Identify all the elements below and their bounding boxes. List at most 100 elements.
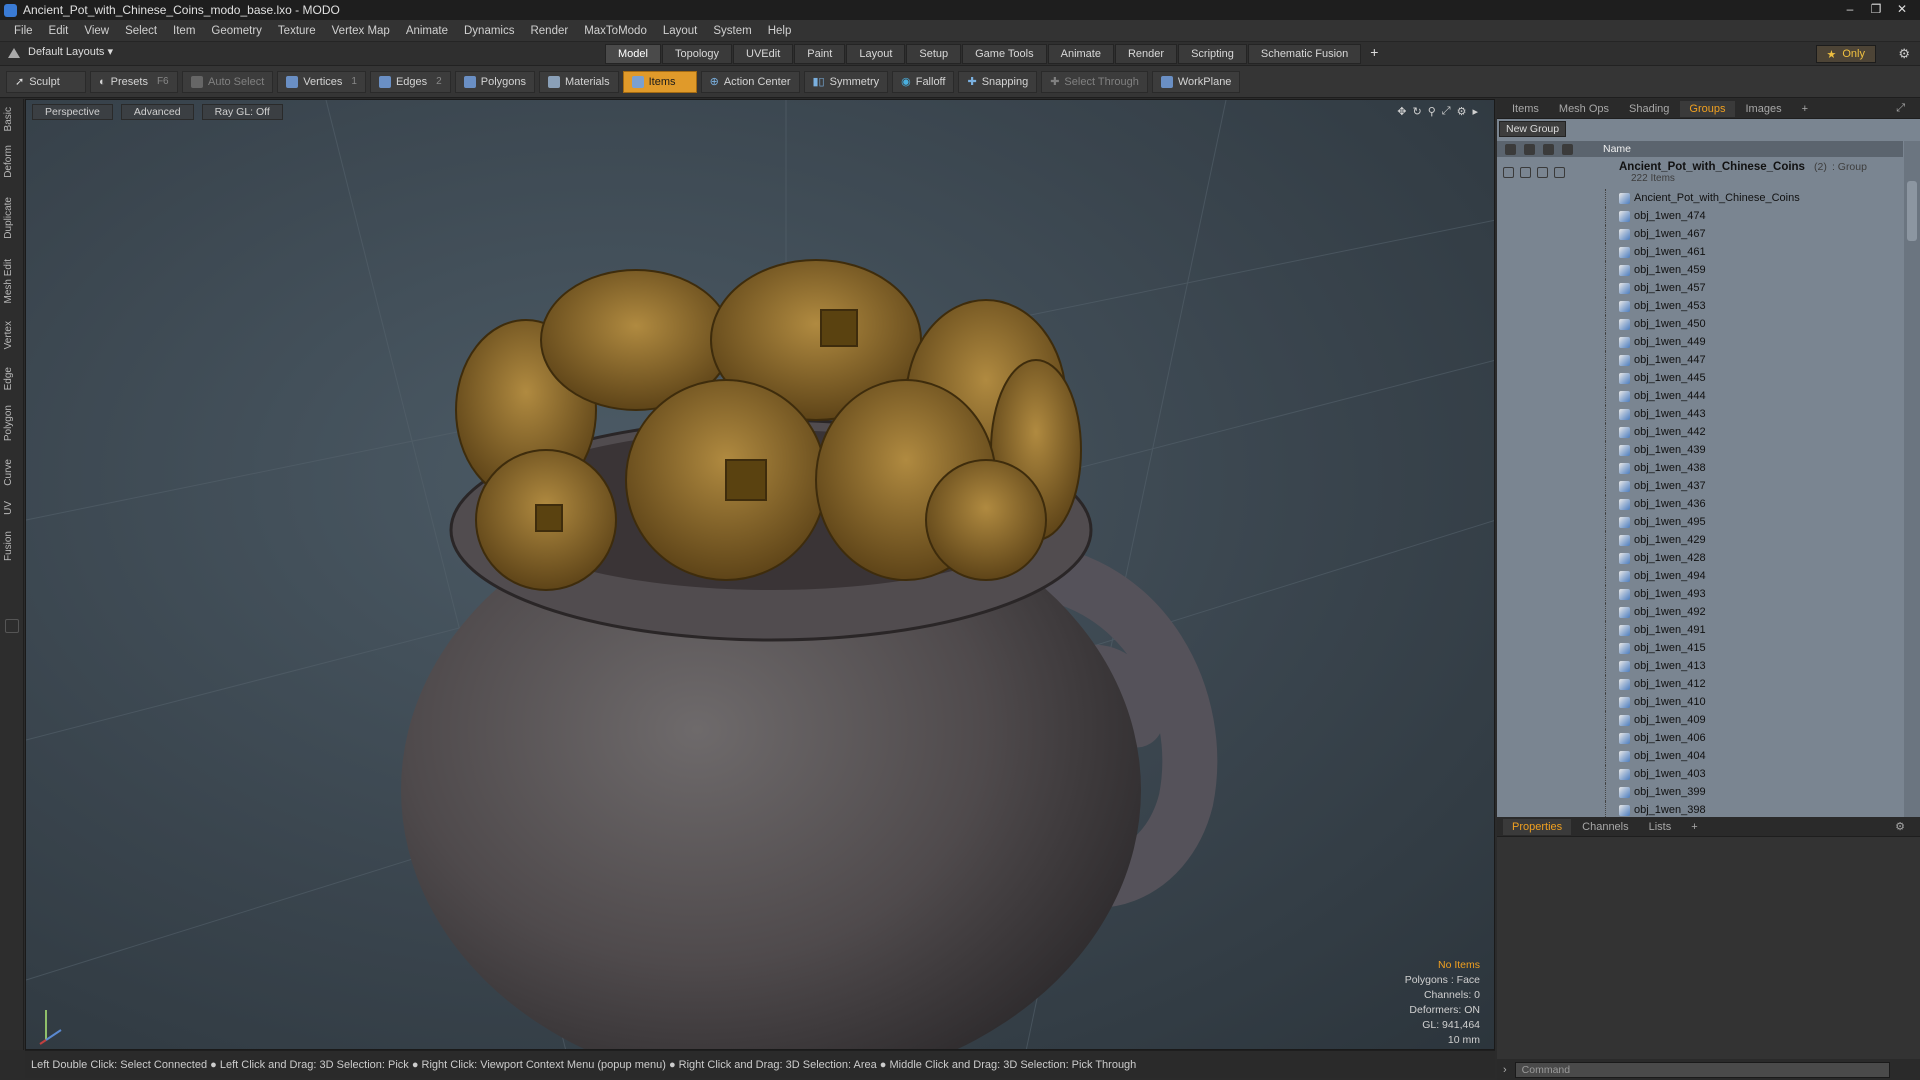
default-layouts-dropdown[interactable]: Default Layouts ▾ [8, 45, 113, 58]
minimize-icon[interactable]: – [1838, 1, 1862, 17]
polygons-button[interactable]: Polygons [454, 70, 535, 93]
viewport-gear-icon[interactable]: ⚙ [1457, 105, 1467, 118]
viewport-more-icon[interactable]: ▸ [1472, 105, 1478, 118]
only-button[interactable]: ★ Only [1815, 45, 1876, 63]
fit-icon[interactable]: ⤢ [1442, 105, 1451, 118]
tab-topology[interactable]: Topology [661, 44, 733, 64]
group-item-row[interactable]: obj_1wen_437 [1497, 477, 1903, 495]
group-item-row[interactable]: obj_1wen_493 [1497, 585, 1903, 603]
left-tab-uv[interactable]: UV [3, 501, 14, 515]
menu-render[interactable]: Render [522, 25, 576, 37]
select-through-button[interactable]: ✚ Select Through [1041, 70, 1148, 93]
expand-panel-icon[interactable] [5, 619, 19, 633]
groups-scrollbar[interactable] [1904, 141, 1920, 819]
left-tab-vertex[interactable]: Vertex [3, 321, 14, 349]
add-tab-icon[interactable]: + [1362, 44, 1386, 64]
falloff-button[interactable]: ◉ Falloff [892, 70, 955, 93]
rotate-icon[interactable]: ↻ [1413, 105, 1422, 118]
menu-maxtomodo[interactable]: MaxToModo [576, 25, 655, 37]
panel-tab-lists[interactable]: Lists [1640, 819, 1681, 835]
tab-model[interactable]: Model [605, 44, 661, 64]
left-tab-deform[interactable]: Deform [3, 145, 14, 178]
viewport-raygl-toggle[interactable]: Ray GL: Off [201, 104, 283, 120]
group-item-row[interactable]: obj_1wen_447 [1497, 351, 1903, 369]
group-item-row[interactable]: obj_1wen_444 [1497, 387, 1903, 405]
menu-file[interactable]: File [6, 25, 41, 37]
menu-select[interactable]: Select [117, 25, 165, 37]
viewport-3d[interactable]: Perspective Advanced Ray GL: Off ✥ ↻ ⚲ ⤢… [25, 99, 1495, 1050]
tab-uvedit[interactable]: UVEdit [733, 44, 794, 64]
panel-expand-icon[interactable]: ⤢ [1887, 100, 1914, 117]
panel-tab-groups[interactable]: Groups [1680, 100, 1735, 117]
left-tab-mesh-edit[interactable]: Mesh Edit [3, 259, 14, 303]
group-item-row[interactable]: obj_1wen_467 [1497, 225, 1903, 243]
group-item-row[interactable]: obj_1wen_413 [1497, 657, 1903, 675]
panel-tab-images[interactable]: Images [1737, 101, 1791, 117]
group-item-row[interactable]: obj_1wen_449 [1497, 333, 1903, 351]
tab-game-tools[interactable]: Game Tools [962, 44, 1047, 64]
panel-tab-shading[interactable]: Shading [1620, 101, 1678, 117]
group-item-row[interactable]: obj_1wen_403 [1497, 765, 1903, 783]
menu-texture[interactable]: Texture [270, 25, 324, 37]
tab-scripting[interactable]: Scripting [1178, 44, 1247, 64]
symmetry-button[interactable]: ▮▯ Symmetry [803, 70, 889, 93]
group-item-row[interactable]: obj_1wen_461 [1497, 243, 1903, 261]
command-input[interactable]: Command [1514, 1061, 1890, 1078]
group-item-row[interactable]: obj_1wen_442 [1497, 423, 1903, 441]
close-icon[interactable]: ✕ [1890, 1, 1914, 17]
panel-tab-channels[interactable]: Channels [1573, 819, 1637, 835]
menu-item[interactable]: Item [165, 25, 203, 37]
panel-tab-items[interactable]: Items [1503, 101, 1548, 117]
menu-edit[interactable]: Edit [41, 25, 77, 37]
menu-dynamics[interactable]: Dynamics [456, 25, 522, 37]
left-tab-polygon[interactable]: Polygon [3, 405, 14, 441]
scrollbar-thumb[interactable] [1907, 181, 1917, 241]
group-item-row[interactable]: obj_1wen_436 [1497, 495, 1903, 513]
tab-setup[interactable]: Setup [906, 44, 962, 64]
menu-animate[interactable]: Animate [398, 25, 456, 37]
zoom-icon[interactable]: ⚲ [1428, 105, 1436, 118]
props-gear-icon[interactable]: ⚙ [1886, 818, 1914, 835]
group-item-row[interactable]: obj_1wen_474 [1497, 207, 1903, 225]
panel-tab-mesh-ops[interactable]: Mesh Ops [1550, 101, 1618, 117]
group-item-row[interactable]: obj_1wen_445 [1497, 369, 1903, 387]
name-column-header[interactable]: Name [1603, 143, 1631, 155]
panel-tab-properties[interactable]: Properties [1503, 818, 1572, 835]
group-item-row[interactable]: obj_1wen_459 [1497, 261, 1903, 279]
add-panel-tab-icon[interactable]: + [1793, 101, 1817, 117]
sculpt-button[interactable]: ➚ Sculpt [6, 70, 86, 93]
group-item-row[interactable]: obj_1wen_438 [1497, 459, 1903, 477]
viewport-advanced-dropdown[interactable]: Advanced [120, 104, 194, 120]
edges-button[interactable]: Edges 2 [369, 70, 451, 93]
menu-system[interactable]: System [705, 25, 759, 37]
tab-schematic-fusion[interactable]: Schematic Fusion [1247, 44, 1362, 64]
group-item-row[interactable]: obj_1wen_494 [1497, 567, 1903, 585]
group-item-row[interactable]: obj_1wen_450 [1497, 315, 1903, 333]
left-tab-basic[interactable]: Basic [3, 107, 14, 131]
group-item-row[interactable]: obj_1wen_457 [1497, 279, 1903, 297]
group-item-row[interactable]: obj_1wen_410 [1497, 693, 1903, 711]
group-item-mesh[interactable]: Ancient_Pot_with_Chinese_Coins [1497, 189, 1903, 207]
group-visibility-toggles[interactable] [1497, 161, 1603, 178]
vertices-button[interactable]: Vertices 1 [277, 70, 366, 93]
group-item-row[interactable]: obj_1wen_399 [1497, 783, 1903, 801]
group-item-row[interactable]: obj_1wen_495 [1497, 513, 1903, 531]
tab-layout[interactable]: Layout [846, 44, 906, 64]
group-item-row[interactable]: obj_1wen_429 [1497, 531, 1903, 549]
left-tab-duplicate[interactable]: Duplicate [3, 197, 14, 239]
pan-icon[interactable]: ✥ [1397, 105, 1406, 118]
group-item-row[interactable]: obj_1wen_439 [1497, 441, 1903, 459]
menu-help[interactable]: Help [760, 25, 800, 37]
group-item-row[interactable]: obj_1wen_453 [1497, 297, 1903, 315]
action-center-button[interactable]: ⊕ Action Center [700, 70, 800, 93]
group-item-row[interactable]: obj_1wen_415 [1497, 639, 1903, 657]
group-item-row[interactable]: obj_1wen_428 [1497, 549, 1903, 567]
menu-layout[interactable]: Layout [655, 25, 706, 37]
group-item-row[interactable]: obj_1wen_406 [1497, 729, 1903, 747]
viewport-perspective-dropdown[interactable]: Perspective [32, 104, 113, 120]
items-button[interactable]: Items [622, 70, 697, 93]
restore-icon[interactable]: ❐ [1864, 1, 1888, 17]
menu-view[interactable]: View [76, 25, 117, 37]
tab-animate[interactable]: Animate [1047, 44, 1114, 64]
left-tab-fusion[interactable]: Fusion [3, 531, 14, 561]
